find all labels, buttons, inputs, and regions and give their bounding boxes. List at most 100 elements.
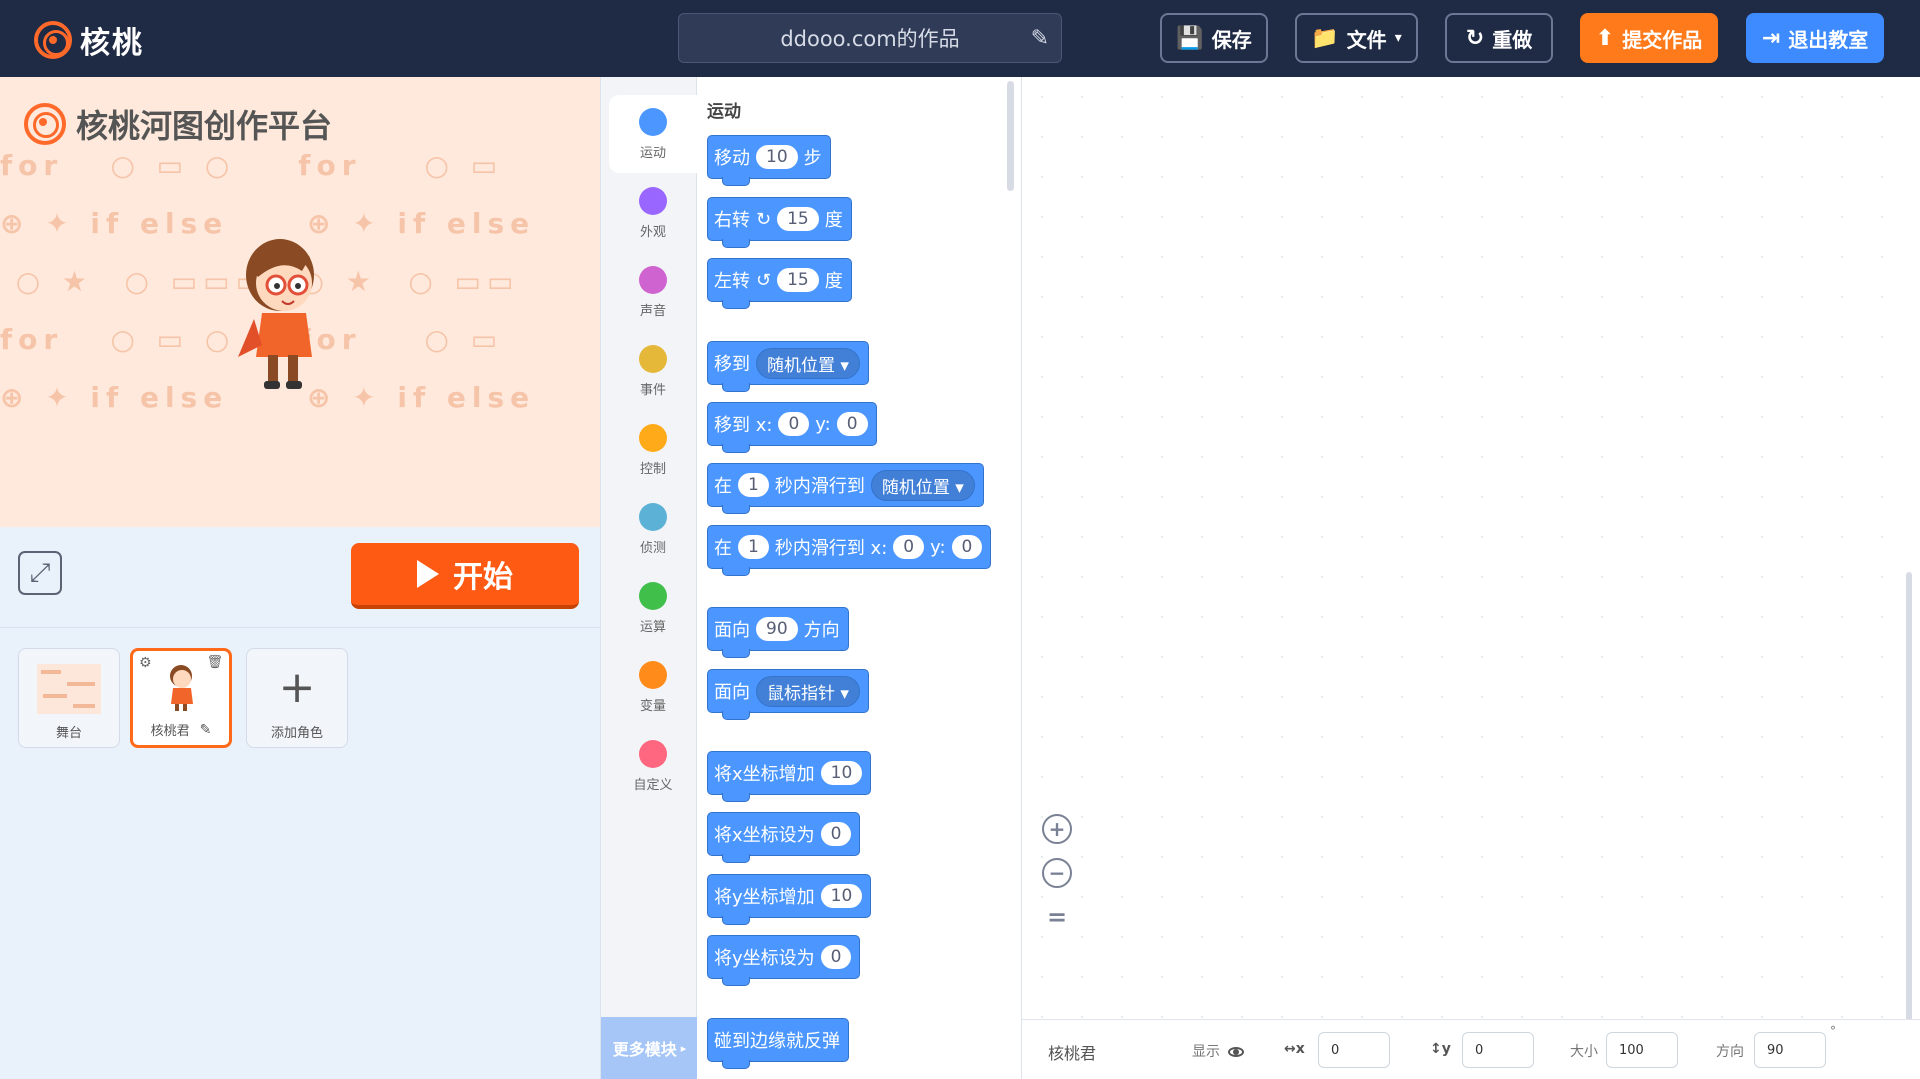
more-modules-button[interactable]: 更多模块 ▸ bbox=[601, 1017, 698, 1079]
block-number-input[interactable]: 10 bbox=[756, 145, 798, 169]
zoom-reset-button[interactable]: = bbox=[1044, 903, 1070, 931]
gear-icon[interactable]: ⚙ bbox=[139, 655, 152, 671]
block-y-input[interactable]: 0 bbox=[836, 412, 868, 436]
script-workspace[interactable]: + − = bbox=[1022, 77, 1920, 1022]
sprite-card-footer: 核桃君 ✎ bbox=[150, 720, 212, 740]
stage-card[interactable]: 舞台 bbox=[18, 648, 120, 748]
project-title-field[interactable]: ddooo.com的作品 ✎ bbox=[678, 13, 1062, 63]
block-number-input[interactable]: 0 bbox=[820, 822, 852, 846]
sprite-card-walnut[interactable]: ⚙ 🗑 核桃君 ✎ bbox=[130, 648, 232, 748]
save-button[interactable]: 💾 保存 bbox=[1160, 13, 1268, 63]
file-menu-button[interactable]: 📁 文件 ▾ bbox=[1295, 13, 1418, 63]
stage-thumbnail bbox=[37, 664, 101, 714]
x-input[interactable]: 0 bbox=[1318, 1032, 1390, 1068]
block-point-direction[interactable]: 面向 90 方向 bbox=[707, 607, 849, 658]
direction-input[interactable]: 90 bbox=[1754, 1032, 1826, 1068]
fullscreen-button[interactable]: ⤢ bbox=[18, 551, 62, 595]
category-sound[interactable]: 声音 bbox=[609, 253, 697, 331]
stage-card-label: 舞台 bbox=[55, 726, 82, 741]
exit-classroom-button[interactable]: ⇥ 退出教室 bbox=[1746, 13, 1884, 63]
pencil-icon[interactable]: ✎ bbox=[200, 722, 212, 738]
x-label: x bbox=[1295, 1041, 1305, 1057]
block-change-x[interactable]: 将x坐标增加 10 bbox=[707, 751, 872, 802]
block-turn-right[interactable]: 右转 ↻ 15 度 bbox=[707, 197, 852, 248]
sprite-card-label: 核桃君 bbox=[150, 724, 190, 739]
zoom-out-button[interactable]: − bbox=[1042, 858, 1072, 888]
block-y-input[interactable]: 0 bbox=[951, 535, 983, 559]
start-button[interactable]: 开始 bbox=[351, 543, 579, 609]
block-turn-left[interactable]: 左转 ↺ 15 度 bbox=[707, 258, 852, 309]
category-custom-dot bbox=[639, 739, 667, 768]
block-text: 方向 bbox=[803, 620, 840, 641]
block-text: 面向 bbox=[714, 620, 750, 641]
trash-icon[interactable]: 🗑 bbox=[206, 655, 223, 670]
block-number-input[interactable]: 15 bbox=[777, 268, 819, 292]
sprite-thumbnail bbox=[170, 665, 193, 711]
workspace-scrollbar[interactable] bbox=[1906, 572, 1912, 1022]
size-input[interactable]: 100 bbox=[1606, 1032, 1678, 1068]
category-sensing[interactable]: 侦测 bbox=[609, 490, 697, 568]
play-icon bbox=[417, 560, 439, 588]
category-custom[interactable]: 自定义 bbox=[609, 727, 697, 805]
block-dropdown-value: 随机位置 bbox=[881, 477, 950, 498]
app-logo[interactable]: 核桃 bbox=[34, 18, 144, 62]
category-motion[interactable]: 运动 bbox=[609, 95, 697, 173]
show-toggle[interactable]: 显示 bbox=[1192, 1041, 1245, 1061]
block-change-y[interactable]: 将y坐标增加 10 bbox=[707, 874, 872, 925]
block-bounce-on-edge[interactable]: 碰到边缘就反弹 bbox=[707, 1018, 849, 1069]
block-dropdown-value: 随机位置 bbox=[767, 355, 835, 376]
exit-label: 退出教室 bbox=[1788, 27, 1869, 52]
block-dropdown[interactable]: 鼠标指针 ▾ bbox=[756, 675, 860, 707]
block-number-input[interactable]: 0 bbox=[820, 945, 852, 969]
block-set-x[interactable]: 将x坐标设为 0 bbox=[707, 812, 861, 863]
category-motion-dot bbox=[639, 107, 667, 136]
category-sensing-dot bbox=[639, 502, 667, 531]
category-looks[interactable]: 外观 bbox=[609, 174, 697, 252]
exit-door-icon: ⇥ bbox=[1761, 25, 1781, 51]
block-text: 移到 bbox=[714, 354, 750, 375]
pencil-icon[interactable]: ✎ bbox=[1031, 26, 1049, 51]
block-text: y: bbox=[930, 536, 946, 558]
category-variables[interactable]: 变量 bbox=[609, 648, 697, 726]
block-x-input[interactable]: 0 bbox=[778, 412, 810, 436]
block-text: 将y坐标增加 bbox=[714, 887, 815, 908]
redo-button[interactable]: ↻ 重做 bbox=[1445, 13, 1553, 63]
block-move-steps[interactable]: 移动 10 步 bbox=[707, 135, 831, 186]
block-number-input[interactable]: 10 bbox=[820, 884, 863, 908]
block-dropdown[interactable]: 随机位置 ▾ bbox=[870, 469, 975, 501]
block-glide-target[interactable]: 在 1 秒内滑行到 随机位置 ▾ bbox=[707, 463, 984, 514]
block-direction-input[interactable]: 90 bbox=[756, 617, 798, 641]
zoom-out-icon: − bbox=[1048, 861, 1066, 885]
block-text: y: bbox=[815, 413, 831, 435]
block-glide-xy[interactable]: 在 1 秒内滑行到 x: 0 y: 0 bbox=[707, 525, 992, 576]
add-sprite-card[interactable]: + 添加角色 bbox=[246, 648, 348, 748]
block-seconds-input[interactable]: 1 bbox=[738, 473, 769, 497]
category-events[interactable]: 事件 bbox=[609, 332, 697, 410]
zoom-in-button[interactable]: + bbox=[1042, 814, 1072, 844]
show-label: 显示 bbox=[1192, 1044, 1220, 1060]
sprite-list-pane: 舞台 ⚙ 🗑 核桃君 ✎ + 添加角色 bbox=[0, 627, 600, 1079]
block-goto-xy[interactable]: 移到 x: 0 y: 0 bbox=[707, 402, 877, 453]
start-label: 开始 bbox=[453, 560, 513, 595]
block-number-input[interactable]: 10 bbox=[820, 761, 863, 785]
palette-scrollbar[interactable] bbox=[1007, 81, 1014, 191]
category-operators[interactable]: 运算 bbox=[609, 569, 697, 647]
block-point-towards[interactable]: 面向 鼠标指针 ▾ bbox=[707, 669, 869, 720]
more-modules-label: 更多模块 bbox=[612, 1040, 677, 1059]
submit-work-button[interactable]: ⬆ 提交作品 bbox=[1580, 13, 1718, 63]
upload-circle-icon: ⬆ bbox=[1595, 25, 1615, 51]
block-seconds-input[interactable]: 1 bbox=[738, 535, 769, 559]
block-text: 在 bbox=[714, 538, 732, 559]
y-input[interactable]: 0 bbox=[1462, 1032, 1534, 1068]
block-number-input[interactable]: 15 bbox=[777, 207, 819, 231]
stage-brand-text: 核桃河图创作平台 bbox=[76, 107, 333, 145]
block-set-y[interactable]: 将y坐标设为 0 bbox=[707, 935, 861, 986]
block-dropdown[interactable]: 随机位置 ▾ bbox=[756, 347, 860, 379]
submit-label: 提交作品 bbox=[1622, 27, 1703, 52]
top-bar: 核桃 ddooo.com的作品 ✎ 💾 保存 📁 文件 ▾ ↻ 重做 ⬆ 提交作… bbox=[0, 0, 1920, 77]
block-goto-target[interactable]: 移到 随机位置 ▾ bbox=[707, 341, 869, 392]
category-control[interactable]: 控制 bbox=[609, 411, 697, 489]
sprite-walnut-character[interactable] bbox=[232, 227, 332, 397]
stage-canvas[interactable]: for ○ ▭ ○ for ○ ▭ ⊕ ✦ if else ⊕ ✦ if els… bbox=[0, 77, 600, 527]
block-x-input[interactable]: 0 bbox=[893, 535, 925, 559]
